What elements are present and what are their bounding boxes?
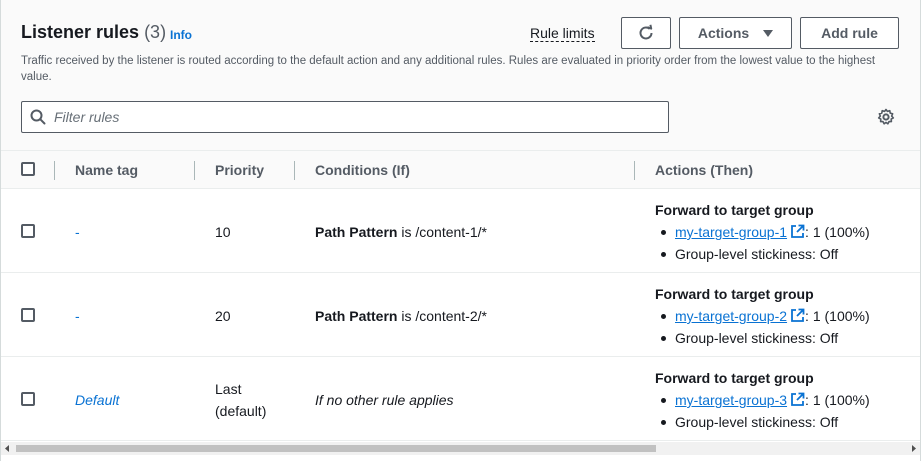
target-group-line: my-target-group-3 : 1 (100%)	[675, 392, 870, 408]
row-checkbox[interactable]	[21, 392, 35, 406]
column-divider	[54, 161, 55, 180]
column-divider	[194, 161, 195, 180]
stickiness-text: Group-level stickiness: Off	[675, 414, 839, 430]
target-weight: : 1 (100%)	[805, 224, 870, 240]
action-title: Forward to target group	[655, 370, 814, 386]
target-group-line: my-target-group-1 : 1 (100%)	[675, 224, 870, 240]
bullet	[661, 420, 666, 425]
target-weight: : 1 (100%)	[805, 308, 870, 324]
filter-rules-input[interactable]	[54, 106, 654, 128]
action-title: Forward to target group	[655, 202, 814, 218]
rule-name-link[interactable]: -	[75, 224, 80, 240]
column-divider	[294, 161, 295, 180]
rule-priority: 20	[215, 308, 231, 324]
target-group-link[interactable]: my-target-group-2	[675, 308, 787, 324]
rule-condition: Path Pattern is /content-2/*	[315, 308, 487, 324]
bullet	[661, 252, 666, 257]
search-icon	[30, 109, 46, 125]
select-all-checkbox[interactable]	[21, 162, 35, 176]
rule-name-link[interactable]: Default	[75, 392, 119, 408]
settings-gear-icon[interactable]	[877, 108, 895, 126]
page-title: Listener rules (3)	[21, 22, 166, 43]
column-header-priority[interactable]: Priority	[215, 162, 264, 178]
row-checkbox[interactable]	[21, 308, 35, 322]
info-link[interactable]: Info	[170, 28, 192, 42]
condition-field: Path Pattern	[315, 308, 398, 324]
rule-condition: If no other rule applies	[315, 392, 454, 408]
table-row: - 20 Path Pattern is /content-2/* Forwar…	[1, 273, 920, 357]
stickiness-text: Group-level stickiness: Off	[675, 330, 839, 346]
refresh-icon	[639, 24, 653, 40]
rule-priority-default: (default)	[215, 403, 267, 419]
bullet	[661, 336, 666, 341]
condition-value: is /content-1/*	[397, 224, 487, 240]
rule-priority: 10	[215, 224, 231, 240]
action-title: Forward to target group	[655, 286, 814, 302]
filter-rules-field[interactable]	[21, 101, 669, 133]
column-header-name-tag[interactable]: Name tag	[75, 162, 138, 178]
row-checkbox[interactable]	[21, 224, 35, 238]
caret-down-icon	[763, 29, 774, 37]
column-header-conditions[interactable]: Conditions (If)	[315, 162, 410, 178]
column-divider	[634, 161, 635, 180]
condition-value: is /content-2/*	[397, 308, 487, 324]
stickiness-text: Group-level stickiness: Off	[675, 246, 839, 262]
actions-label: Actions	[697, 25, 750, 41]
bullet	[661, 314, 666, 319]
external-link-icon	[791, 308, 805, 322]
horizontal-scrollbar[interactable]	[1, 442, 920, 455]
refresh-button[interactable]	[621, 17, 671, 49]
external-link-icon	[791, 224, 805, 238]
table-row: Default Last (default) If no other rule …	[1, 357, 920, 441]
rule-condition: Path Pattern is /content-1/*	[315, 224, 487, 240]
add-rule-label: Add rule	[821, 25, 878, 41]
scroll-right-arrow-icon[interactable]	[909, 444, 918, 453]
target-weight: : 1 (100%)	[805, 392, 870, 408]
bullet	[661, 398, 666, 403]
scrollbar-thumb[interactable]	[16, 445, 656, 452]
target-group-link[interactable]: my-target-group-1	[675, 224, 787, 240]
table-header: Name tag Priority Conditions (If) Action…	[1, 150, 920, 189]
listener-rules-panel: Listener rules (3) Info Rule limits Acti…	[0, 0, 921, 461]
target-group-link[interactable]: my-target-group-3	[675, 392, 787, 408]
rule-limits-link[interactable]: Rule limits	[530, 25, 595, 42]
title-text: Listener rules	[21, 22, 140, 42]
target-group-line: my-target-group-2 : 1 (100%)	[675, 308, 870, 324]
table-row: - 10 Path Pattern is /content-1/* Forwar…	[1, 189, 920, 273]
description: Traffic received by the listener is rout…	[21, 55, 876, 83]
column-header-actions[interactable]: Actions (Then)	[655, 162, 753, 178]
panel-header: Listener rules (3) Info Rule limits Acti…	[1, 0, 920, 150]
rule-count: (3)	[144, 22, 167, 42]
scroll-left-arrow-icon[interactable]	[3, 444, 12, 453]
rule-name-link[interactable]: -	[75, 308, 80, 324]
condition-field: Path Pattern	[315, 224, 398, 240]
external-link-icon	[791, 392, 805, 406]
rule-priority: Last	[215, 381, 242, 397]
bullet	[661, 230, 666, 235]
actions-dropdown-button[interactable]: Actions	[679, 17, 792, 49]
add-rule-button[interactable]: Add rule	[800, 17, 899, 49]
